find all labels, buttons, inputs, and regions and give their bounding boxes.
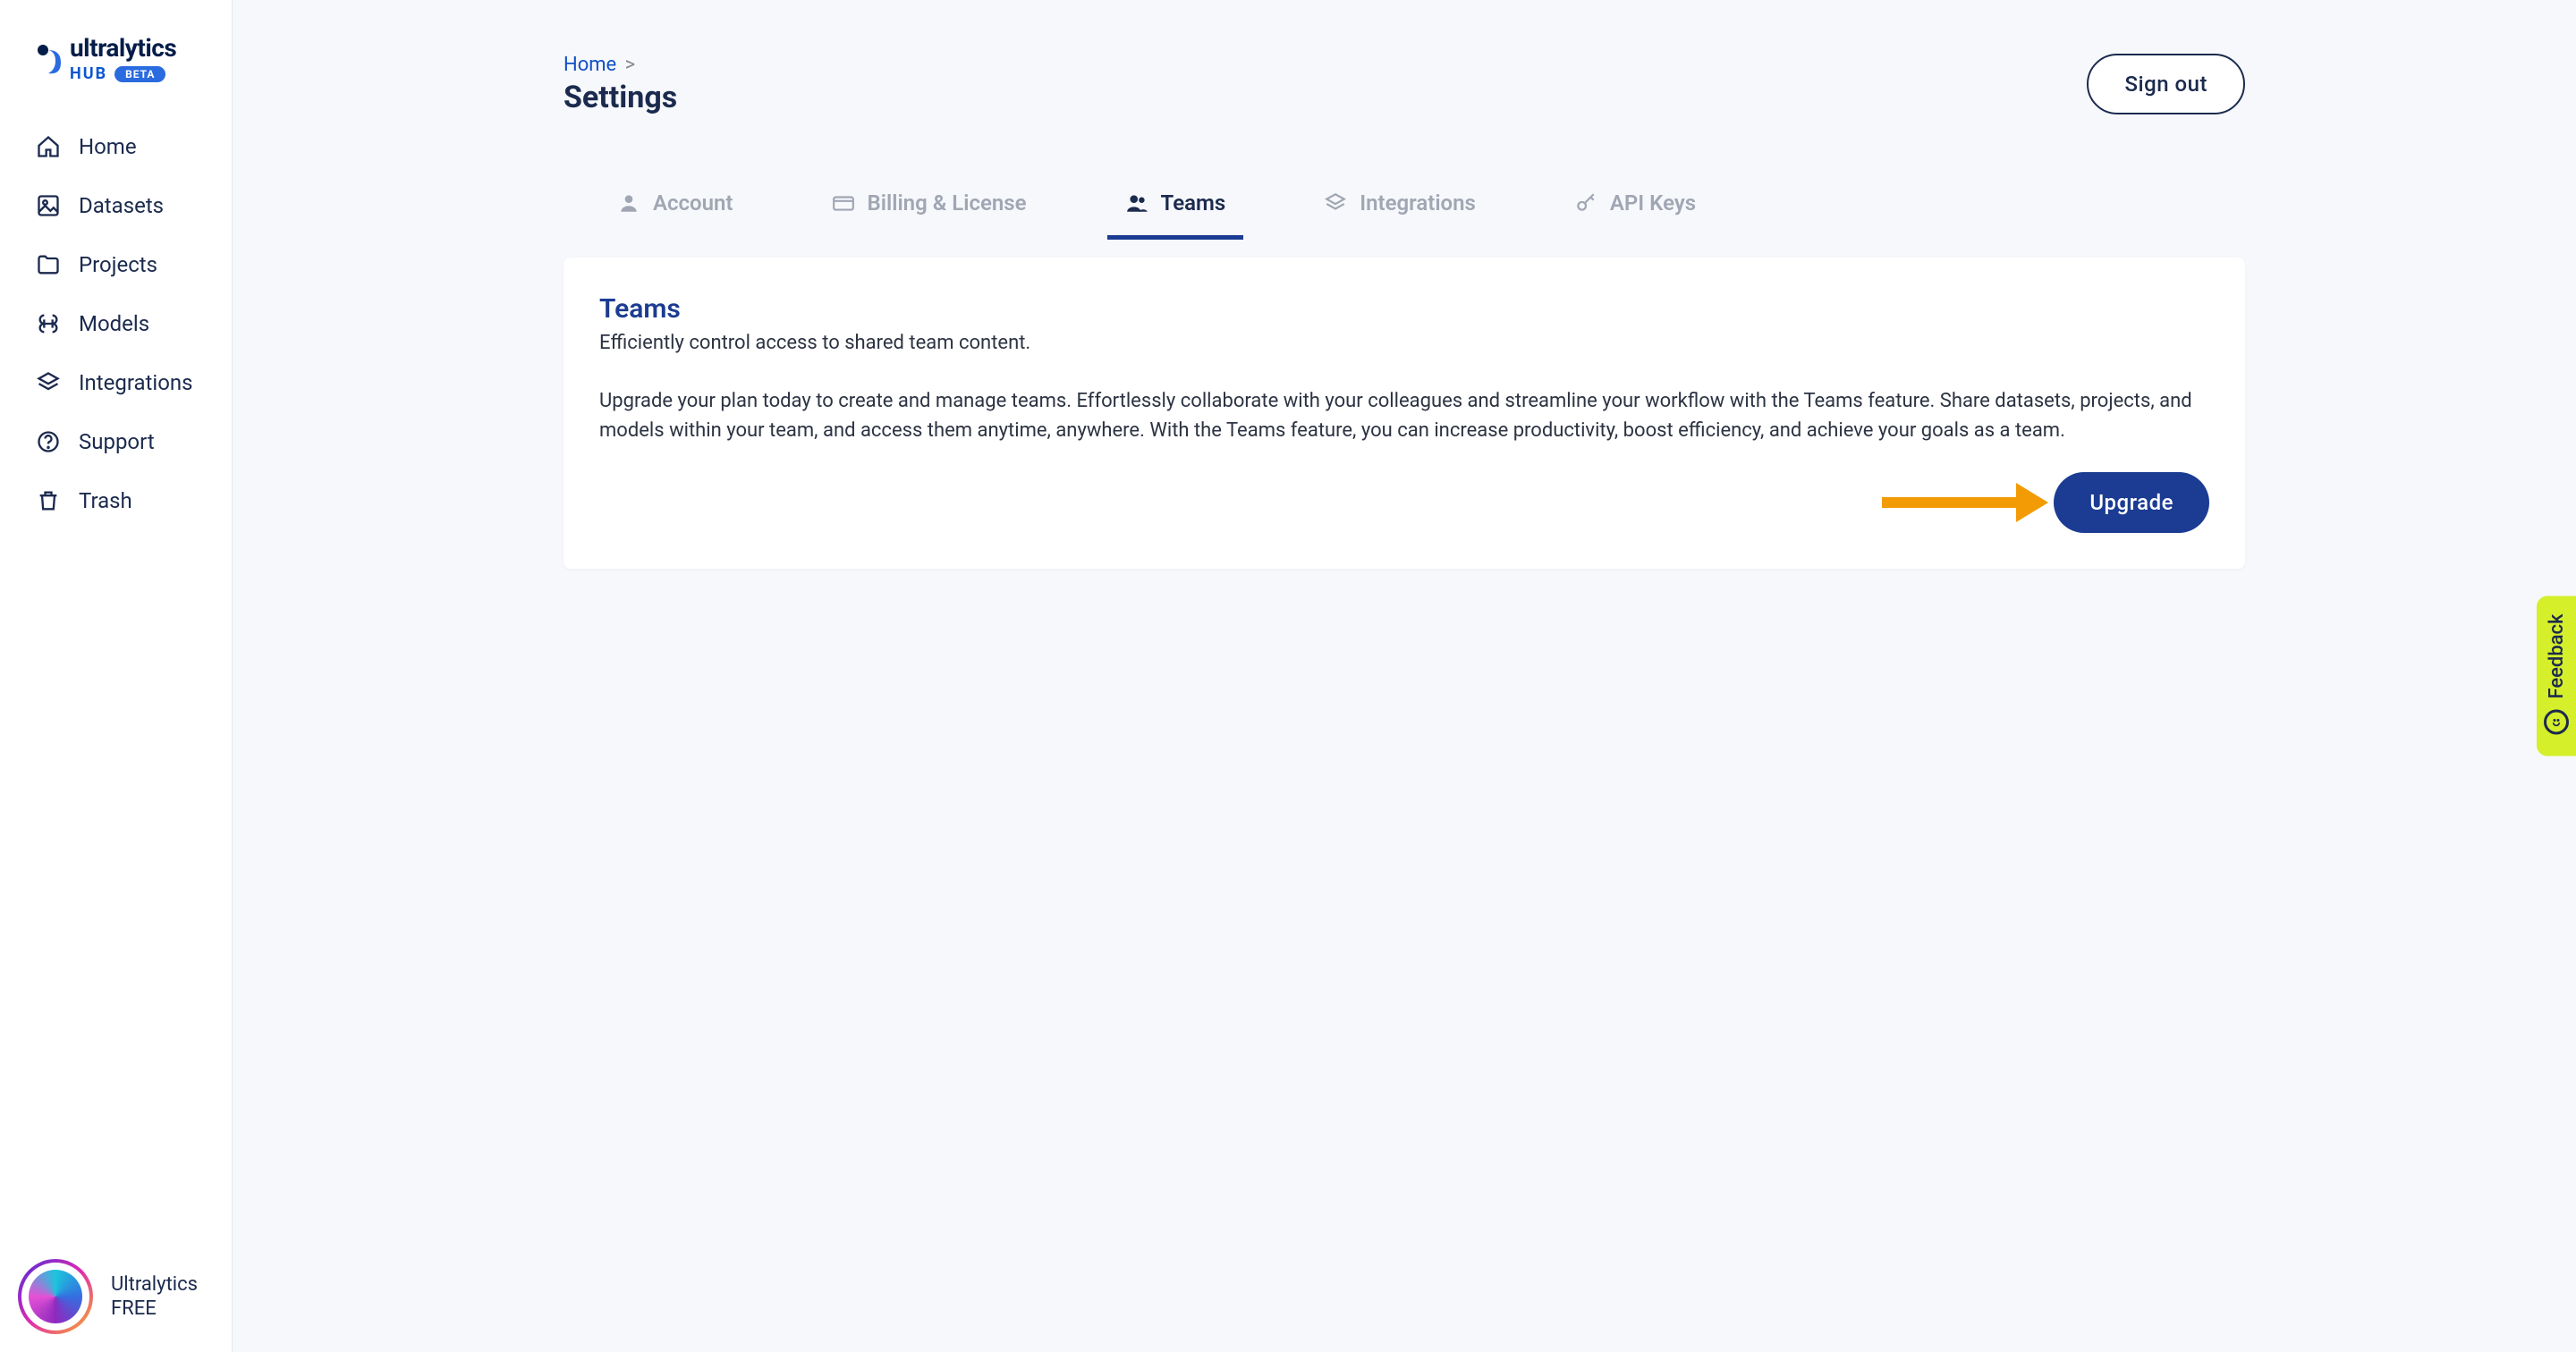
sidebar-item-label: Projects	[79, 252, 157, 277]
sidebar-item-trash[interactable]: Trash	[9, 472, 223, 529]
home-icon	[36, 134, 61, 159]
trash-icon	[36, 488, 61, 513]
tab-billing[interactable]: Billing & License	[814, 178, 1045, 240]
sidebar-item-models[interactable]: Models	[9, 295, 223, 352]
sidebar: ultralytics HUB BETA Home Datasets	[0, 0, 233, 1352]
image-icon	[36, 193, 61, 218]
sidebar-item-integrations[interactable]: Integrations	[9, 354, 223, 411]
brand-name: ultralytics	[70, 36, 176, 61]
signout-button[interactable]: Sign out	[2087, 54, 2245, 114]
account-plan: FREE	[111, 1297, 198, 1320]
people-icon	[1125, 191, 1148, 215]
tab-integrations[interactable]: Integrations	[1306, 178, 1494, 240]
tab-label: Teams	[1161, 190, 1226, 215]
sidebar-item-label: Trash	[79, 488, 132, 513]
nav-list: Home Datasets Projects Models Integratio	[0, 118, 232, 529]
sidebar-item-label: Integrations	[79, 370, 193, 395]
tab-teams[interactable]: Teams	[1107, 178, 1244, 240]
tab-label: Billing & License	[868, 190, 1027, 215]
arrow-annotation-icon	[1882, 483, 2048, 522]
main: Home > Settings Sign out Account Billing…	[233, 0, 2576, 1352]
upgrade-button[interactable]: Upgrade	[2054, 472, 2209, 533]
sidebar-item-home[interactable]: Home	[9, 118, 223, 175]
layers-icon	[1324, 191, 1347, 215]
sidebar-item-label: Support	[79, 429, 155, 454]
ultralytics-logo-icon	[36, 43, 63, 75]
folder-icon	[36, 252, 61, 277]
key-icon	[1574, 191, 1597, 215]
account-name: Ultralytics	[111, 1273, 198, 1296]
tabs: Account Billing & License Teams Integrat…	[564, 178, 2245, 240]
feedback-label: Feedback	[2546, 613, 2568, 698]
beta-badge: BETA	[114, 66, 165, 82]
tab-label: Account	[653, 190, 733, 215]
teams-card: Teams Efficiently control access to shar…	[564, 258, 2245, 569]
card-body: Upgrade your plan today to create and ma…	[599, 386, 2209, 445]
command-icon	[36, 311, 61, 336]
header-row: Home > Settings Sign out	[564, 54, 2245, 115]
sidebar-item-label: Home	[79, 134, 137, 159]
page-title: Settings	[564, 80, 677, 115]
credit-card-icon	[832, 191, 855, 215]
tab-label: Integrations	[1360, 190, 1476, 215]
sidebar-item-projects[interactable]: Projects	[9, 236, 223, 293]
hub-text: HUB	[70, 66, 107, 82]
tab-api-keys[interactable]: API Keys	[1556, 178, 1714, 240]
layers-icon	[36, 370, 61, 395]
logo[interactable]: ultralytics HUB BETA	[0, 27, 232, 118]
breadcrumb-home-link[interactable]: Home	[564, 54, 616, 76]
breadcrumb-separator: >	[625, 54, 636, 76]
avatar	[18, 1259, 93, 1334]
sidebar-item-label: Models	[79, 311, 149, 336]
card-title: Teams	[599, 293, 2209, 325]
sidebar-item-label: Datasets	[79, 193, 164, 218]
help-icon	[36, 429, 61, 454]
card-subtitle: Efficiently control access to shared tea…	[599, 332, 2209, 354]
user-icon	[617, 191, 640, 215]
smile-icon	[2544, 710, 2569, 735]
card-actions: Upgrade	[599, 472, 2209, 533]
feedback-tab[interactable]: Feedback	[2537, 596, 2576, 756]
tab-label: API Keys	[1610, 190, 1696, 215]
sidebar-account[interactable]: Ultralytics FREE	[0, 1241, 232, 1352]
tab-account[interactable]: Account	[599, 178, 751, 240]
breadcrumb: Home >	[564, 54, 677, 76]
sidebar-item-support[interactable]: Support	[9, 413, 223, 470]
sidebar-item-datasets[interactable]: Datasets	[9, 177, 223, 234]
